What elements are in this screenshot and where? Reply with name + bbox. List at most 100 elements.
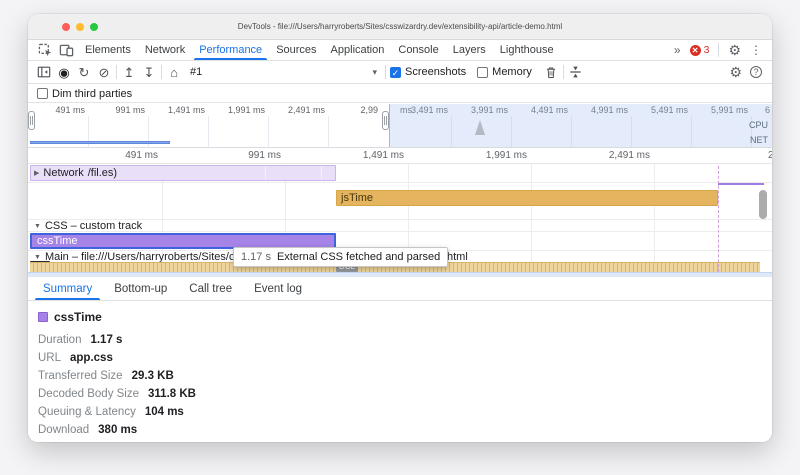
screenshots-label: Screenshots <box>405 66 466 78</box>
more-tabs-icon[interactable]: » <box>674 43 681 57</box>
summary-row-label: Queuing & Latency <box>38 406 136 418</box>
summary-row-label: Decoded Body Size <box>38 388 139 400</box>
tab-lighthouse[interactable]: Lighthouse <box>493 40 561 60</box>
toolbar-right: ⚙ ? <box>729 65 764 79</box>
tab-console[interactable]: Console <box>391 40 445 60</box>
network-overview-bar <box>30 141 170 144</box>
summary-row-value: 29.3 KB <box>132 370 174 382</box>
cpu-label: CPU <box>749 120 768 130</box>
details-tabbar: SummaryBottom-upCall treeEvent log <box>28 277 772 301</box>
load-profile-icon[interactable]: ↥ <box>121 64 137 80</box>
track-gridline <box>531 164 532 272</box>
net-label: NET <box>750 135 768 145</box>
dim-third-parties-checkbox[interactable]: Dim third parties <box>37 88 139 100</box>
record-and-reload-button[interactable]: ↻ <box>76 64 92 80</box>
tab-layers[interactable]: Layers <box>446 40 493 60</box>
error-badge[interactable]: ✕ 3 <box>690 44 710 56</box>
save-profile-icon[interactable]: ↧ <box>141 64 157 80</box>
zoom-button[interactable] <box>90 23 98 31</box>
ruler-tick-label: 491 ms <box>78 150 158 161</box>
checkbox-unchecked-icon <box>477 67 488 78</box>
disclosure-open-icon: ▼ <box>34 254 41 261</box>
track-gridline <box>654 164 655 272</box>
summary-row: Duration1.17 s <box>38 331 772 349</box>
tab-network[interactable]: Network <box>138 40 192 60</box>
vertical-scrollbar[interactable] <box>759 190 767 219</box>
detail-tab-bottom-up[interactable]: Bottom-up <box>103 277 178 300</box>
network-request-text: /fil.es) <box>88 167 117 179</box>
network-request-tail-bar <box>718 183 764 185</box>
css-track-header[interactable]: ▼ CSS – custom track <box>34 220 142 232</box>
devtools-tabbar: ElementsNetworkPerformanceSourcesApplica… <box>28 40 772 61</box>
timeline-ruler[interactable]: 491 ms991 ms1,491 ms1,991 ms2,491 ms2 <box>28 148 772 164</box>
error-count: 3 <box>704 44 710 56</box>
window-right-handle[interactable] <box>382 111 389 130</box>
overview-tick-label: 2,99 <box>309 105 378 115</box>
close-button[interactable] <box>62 23 70 31</box>
tab-application[interactable]: Application <box>324 40 392 60</box>
tooltip-duration: 1.17 s <box>241 251 271 263</box>
overview-curtain[interactable]: CPU NET <box>389 104 772 147</box>
row-divider <box>28 182 772 183</box>
summary-row: Transferred Size29.3 KB <box>38 367 772 385</box>
summary-row-label: URL <box>38 352 61 364</box>
cpu-activity-bump <box>473 120 487 135</box>
tab-elements[interactable]: Elements <box>78 40 138 60</box>
device-toolbar-icon[interactable] <box>57 41 75 59</box>
screenshots-checkbox[interactable]: ✓ Screenshots <box>390 66 473 78</box>
ruler-tick-label: 991 ms <box>201 150 281 161</box>
summary-row: URLapp.css <box>38 349 772 367</box>
separator <box>116 65 117 79</box>
window-left-handle[interactable] <box>28 111 35 130</box>
tab-sources[interactable]: Sources <box>269 40 323 60</box>
memory-checkbox[interactable]: Memory <box>477 66 539 78</box>
detail-tab-summary[interactable]: Summary <box>32 277 103 300</box>
summary-row-value: 380 ms <box>98 424 137 436</box>
capture-settings-gear-icon[interactable]: ⚙ <box>729 65 742 79</box>
timeline-overview[interactable]: 491 ms991 ms1,491 ms1,991 ms2,491 ms2,99… <box>28 104 772 148</box>
inspect-element-icon[interactable] <box>36 41 54 59</box>
dim-third-parties-row: Dim third parties <box>28 85 772 103</box>
live-metrics-home-icon[interactable]: ⌂ <box>166 64 182 80</box>
window-controls <box>62 23 98 31</box>
chevron-down-icon: ▾ <box>372 67 377 78</box>
summary-row-value: 1.17 s <box>90 334 122 346</box>
collect-garbage-icon[interactable] <box>543 64 559 80</box>
separator <box>161 65 162 79</box>
error-icon: ✕ <box>690 45 701 56</box>
network-track-label: Network <box>43 167 83 179</box>
jstime-entry-bar[interactable]: jsTime <box>336 190 718 206</box>
overview-tick-label: 991 ms <box>76 105 145 115</box>
summary-row: Queuing & Latency 104 ms <box>38 403 772 421</box>
detail-tab-call-tree[interactable]: Call tree <box>178 277 243 300</box>
toggle-sidebar-icon[interactable] <box>36 64 52 80</box>
network-track-header[interactable]: ▶ Network /fil.es) <box>34 167 117 179</box>
settings-gear-icon[interactable]: ⚙ <box>728 43 741 57</box>
tab-performance[interactable]: Performance <box>192 40 269 60</box>
summary-rows: Duration1.17 sURLapp.cssTransferred Size… <box>38 331 772 439</box>
separator <box>563 65 564 79</box>
performance-toolbar: ◉ ↻ ⊘ ↥ ↧ ⌂ #1 ▾ ✓ Screenshots Memory ⚙ … <box>28 61 772 84</box>
overview-tick-label: 1,491 ms <box>136 105 205 115</box>
timeline-tracks: ▶ Network /fil.es) jsTime ▼ CSS – custom… <box>28 164 772 272</box>
history-selected: #1 <box>190 66 202 78</box>
ruler-tick-label: 2,491 ms <box>570 150 650 161</box>
summary-row: Download380 ms <box>38 421 772 439</box>
summary-legend: cssTime <box>38 310 772 324</box>
devtools-window: DevTools - file:///Users/harryroberts/Si… <box>28 14 772 442</box>
history-dropdown[interactable]: #1 ▾ <box>186 64 381 81</box>
ruler-tick-label: 1,491 ms <box>324 150 404 161</box>
panel-tabs: ElementsNetworkPerformanceSourcesApplica… <box>78 40 561 60</box>
record-button[interactable]: ◉ <box>56 64 72 80</box>
help-icon[interactable]: ? <box>750 66 762 78</box>
more-options-icon[interactable]: ⋮ <box>750 43 762 57</box>
overview-tick-label: 1,991 ms <box>196 105 265 115</box>
tooltip-text: External CSS fetched and parsed <box>277 251 440 263</box>
detail-tab-event-log[interactable]: Event log <box>243 277 313 300</box>
collapse-arrows-icon[interactable] <box>568 64 584 80</box>
dcl-marker-line <box>718 166 719 272</box>
summary-row-value: 104 ms <box>145 406 184 418</box>
clear-button[interactable]: ⊘ <box>96 64 112 80</box>
minimize-button[interactable] <box>76 23 84 31</box>
summary-panel: cssTime Duration1.17 sURLapp.cssTransfer… <box>28 301 772 442</box>
